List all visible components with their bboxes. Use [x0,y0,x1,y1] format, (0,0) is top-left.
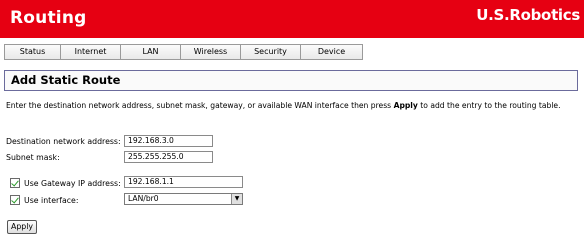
brand-logo: U.S.Robotics [476,6,580,24]
gateway-label: Use Gateway IP address: [24,179,121,188]
apply-button[interactable]: Apply [7,220,37,234]
subnet-mask-input[interactable]: 255.255.255.0 [124,151,213,163]
interface-label: Use interface: [24,196,79,205]
section-header: Add Static Route [4,70,578,91]
instructions-text: Enter the destination network address, s… [6,101,578,111]
gateway-checkbox[interactable] [10,178,20,188]
destination-label: Destination network address: [6,137,121,146]
chevron-down-icon[interactable]: ▼ [231,194,242,204]
tab-security[interactable]: Security [241,45,301,59]
interface-select[interactable]: LAN/br0 ▼ [124,193,243,205]
gateway-input[interactable]: 192.168.1.1 [124,176,243,188]
tab-device[interactable]: Device [301,45,362,59]
tab-status[interactable]: Status [5,45,61,59]
tab-internet[interactable]: Internet [61,45,121,59]
tab-lan[interactable]: LAN [121,45,181,59]
destination-input[interactable]: 192.168.3.0 [124,135,213,147]
page-header: Routing U.S.Robotics [0,0,584,38]
interface-checkbox[interactable] [10,195,20,205]
section-title: Add Static Route [11,73,121,87]
instructions-text-start: Enter the destination network address, s… [6,101,394,110]
tab-wireless[interactable]: Wireless [181,45,241,59]
page-title: Routing [10,8,87,28]
instructions-apply-word: Apply [393,101,418,110]
nav-tabs: Status Internet LAN Wireless Security De… [4,44,363,60]
interface-select-value: LAN/br0 [128,194,159,203]
instructions-text-end: to add the entry to the routing table. [417,101,561,110]
subnet-mask-label: Subnet mask: [6,153,60,162]
